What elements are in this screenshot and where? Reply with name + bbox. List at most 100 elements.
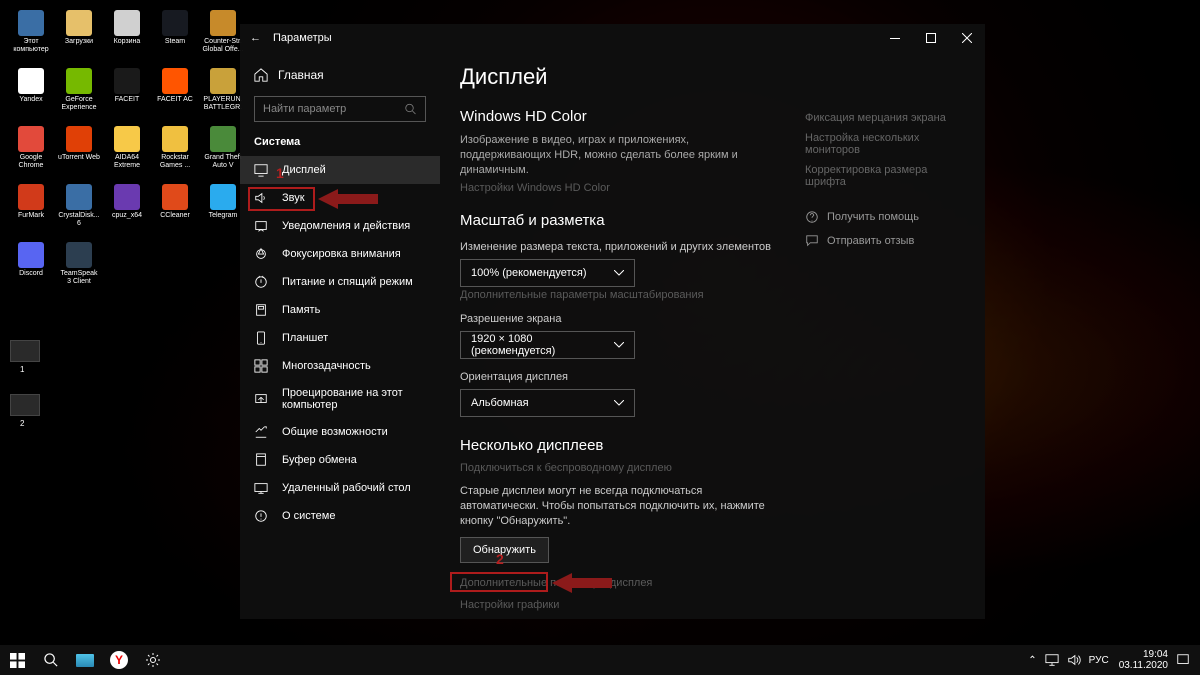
advanced-display-link[interactable]: Дополнительные параметры дисплея (460, 577, 965, 589)
sidebar-item-label: Буфер обмена (282, 454, 357, 466)
graphics-settings-link[interactable]: Настройки графики (460, 599, 965, 611)
folder-label-1: 1 (20, 365, 24, 374)
taskbar-settings[interactable] (136, 645, 170, 675)
settings-window: ← Параметры Главная Система ДисплейЗвукУ… (240, 24, 985, 619)
desktop-icon[interactable]: Корзина (104, 8, 150, 62)
tray-date: 03.11.2020 (1119, 660, 1168, 671)
icon-label: uTorrent Web (58, 154, 100, 162)
orientation-dropdown[interactable]: Альбомная (460, 389, 635, 417)
sidebar-item-label: Дисплей (282, 164, 326, 176)
feedback-link[interactable]: Отправить отзыв (805, 234, 965, 248)
app-icon (66, 10, 92, 36)
taskbar-yandex[interactable]: Y (102, 645, 136, 675)
desktop-icon[interactable]: cpuz_x64 (104, 182, 150, 236)
tray-chevron-up-icon[interactable]: ⌃ (1028, 655, 1036, 666)
search-input[interactable] (263, 103, 405, 115)
icon-label: GeForce Experience (58, 96, 100, 112)
sidebar-item-3[interactable]: Фокусировка внимания (240, 240, 440, 268)
sidebar-item-label: Фокусировка внимания (282, 248, 401, 260)
minimize-button[interactable] (877, 24, 913, 52)
app-icon (66, 242, 92, 268)
icon-label: TeamSpeak 3 Client (58, 270, 100, 286)
maximize-button[interactable] (913, 24, 949, 52)
desktop-icon[interactable]: AIDA64 Extreme (104, 124, 150, 178)
desktop-icon[interactable]: FACEIT (104, 66, 150, 120)
icon-label: Telegram (209, 212, 238, 220)
back-button[interactable]: ← (250, 32, 261, 44)
close-button[interactable] (949, 24, 985, 52)
tray-clock[interactable]: 19:04 03.11.2020 (1119, 649, 1168, 671)
chevron-down-icon (614, 270, 624, 276)
chevron-down-icon (614, 342, 624, 348)
sidebar-item-label: Проецирование на этот компьютер (282, 387, 426, 411)
sidebar-item-7[interactable]: Многозадачность (240, 352, 440, 380)
scale-value: 100% (рекомендуется) (471, 267, 586, 279)
icon-label: CCleaner (160, 212, 190, 220)
link-font-size[interactable]: Корректировка размера шрифта (805, 164, 965, 188)
page-title: Дисплей (460, 64, 965, 90)
link-multi-monitor[interactable]: Настройка нескольких мониторов (805, 132, 965, 156)
taskbar-search[interactable] (34, 645, 68, 675)
sidebar-item-0[interactable]: Дисплей (240, 156, 440, 184)
tray-notifications-icon[interactable] (1176, 653, 1190, 667)
app-icon (210, 10, 236, 36)
tray-language[interactable]: РУС (1089, 655, 1109, 666)
sidebar-item-2[interactable]: Уведомления и действия (240, 212, 440, 240)
app-icon (114, 10, 140, 36)
taskbar-explorer[interactable] (68, 645, 102, 675)
sidebar-item-9[interactable]: Общие возможности (240, 418, 440, 446)
desktop-icon[interactable]: Yandex (8, 66, 54, 120)
icon-label: Yandex (19, 96, 42, 104)
sidebar-home[interactable]: Главная (240, 60, 440, 90)
desktop-icon[interactable]: Google Chrome (8, 124, 54, 178)
sidebar-item-4[interactable]: Питание и спящий режим (240, 268, 440, 296)
folder-thumbnail-1[interactable] (10, 340, 40, 362)
desktop-icon[interactable]: Steam (152, 8, 198, 62)
wireless-display-link[interactable]: Подключиться к беспроводному дисплею (460, 462, 965, 474)
resolution-label: Разрешение экрана (460, 313, 965, 325)
sidebar-item-11[interactable]: Удаленный рабочий стол (240, 474, 440, 502)
sidebar-section-title: Система (240, 132, 440, 156)
scale-dropdown[interactable]: 100% (рекомендуется) (460, 259, 635, 287)
sidebar-item-icon (254, 425, 268, 439)
tray-volume-icon[interactable] (1067, 653, 1081, 667)
start-button[interactable] (0, 645, 34, 675)
icon-label: Steam (165, 38, 185, 46)
desktop-icon[interactable]: TeamSpeak 3 Client (56, 240, 102, 294)
sidebar-item-label: Память (282, 304, 320, 316)
sidebar-item-icon (254, 191, 268, 205)
desktop-icon[interactable]: CCleaner (152, 182, 198, 236)
desktop-icon[interactable]: FurMark (8, 182, 54, 236)
sidebar-item-6[interactable]: Планшет (240, 324, 440, 352)
scale-advanced-link[interactable]: Дополнительные параметры масштабирования (460, 289, 965, 301)
desktop-icon[interactable]: GeForce Experience (56, 66, 102, 120)
tray-monitor-icon[interactable] (1045, 653, 1059, 667)
sidebar-item-icon (254, 219, 268, 233)
folder-thumbnail-2[interactable] (10, 394, 40, 416)
get-help-link[interactable]: Получить помощь (805, 210, 965, 224)
sidebar-item-12[interactable]: О системе (240, 502, 440, 530)
desktop-icon[interactable]: uTorrent Web (56, 124, 102, 178)
chevron-down-icon (614, 400, 624, 406)
resolution-dropdown[interactable]: 1920 × 1080 (рекомендуется) (460, 331, 635, 359)
sidebar-item-1[interactable]: Звук (240, 184, 440, 212)
folder-label-2: 2 (20, 419, 24, 428)
desktop-icon[interactable]: Rockstar Games ... (152, 124, 198, 178)
desktop-icon[interactable]: Этот компьютер (8, 8, 54, 62)
sidebar-item-8[interactable]: Проецирование на этот компьютер (240, 380, 440, 418)
sidebar-item-5[interactable]: Память (240, 296, 440, 324)
desktop-icon[interactable]: FACEIT AC (152, 66, 198, 120)
sidebar-item-label: Планшет (282, 332, 328, 344)
system-tray: ⌃ РУС 19:04 03.11.2020 (1024, 649, 1200, 671)
taskbar: Y ⌃ РУС 19:04 03.11.2020 (0, 645, 1200, 675)
search-icon (405, 103, 417, 116)
icon-label: FurMark (18, 212, 44, 220)
sidebar-item-label: Звук (282, 192, 305, 204)
link-fix-flicker[interactable]: Фиксация мерцания экрана (805, 112, 965, 124)
sidebar-item-10[interactable]: Буфер обмена (240, 446, 440, 474)
desktop-icon[interactable]: Discord (8, 240, 54, 294)
desktop-icon[interactable]: Загрузки (56, 8, 102, 62)
search-box[interactable] (254, 96, 426, 122)
detect-button[interactable]: Обнаружить (460, 537, 549, 563)
desktop-icon[interactable]: CrystalDisk... 6 (56, 182, 102, 236)
